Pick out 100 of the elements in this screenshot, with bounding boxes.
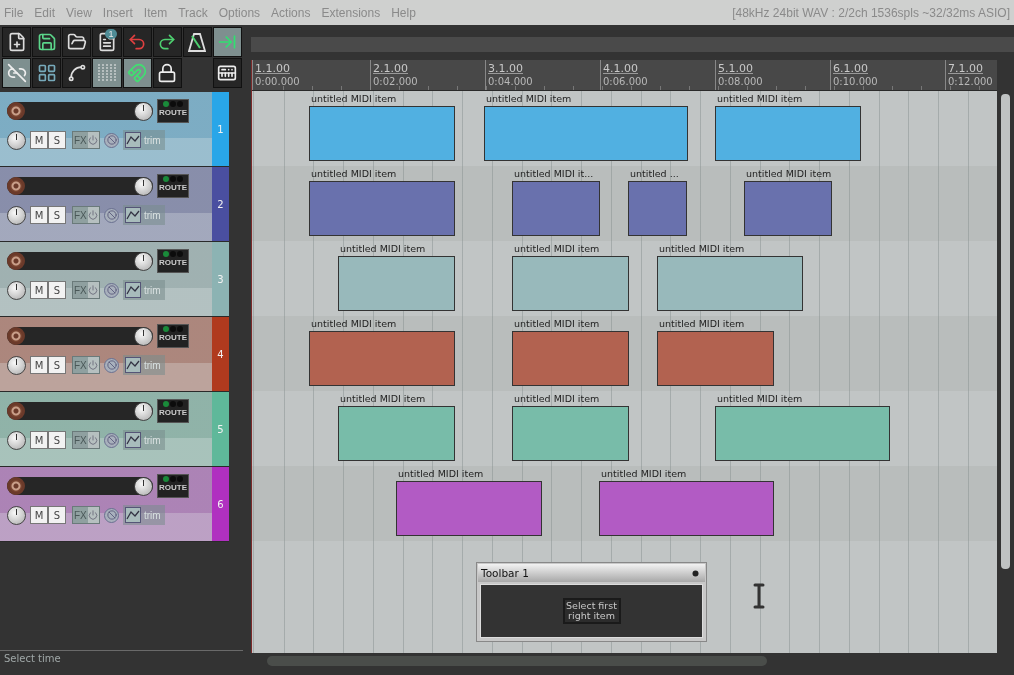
mute-button[interactable]: M xyxy=(30,431,48,449)
menu-item[interactable]: Item xyxy=(143,5,175,20)
toolbar-button[interactable] xyxy=(92,58,122,88)
record-arm-button[interactable] xyxy=(7,102,25,120)
menu-item[interactable]: Edit xyxy=(34,5,63,20)
midi-item[interactable] xyxy=(512,406,629,461)
trim-button[interactable]: trim xyxy=(123,280,165,300)
route-button[interactable]: ROUTE xyxy=(157,249,189,273)
mute-button[interactable]: M xyxy=(30,506,48,524)
toolbar-button[interactable] xyxy=(2,27,32,57)
solo-button[interactable]: S xyxy=(48,131,66,149)
menu-item[interactable]: Options xyxy=(218,5,268,20)
toolbar-button[interactable] xyxy=(32,27,62,57)
toolbar-button[interactable] xyxy=(122,58,152,88)
fx-button[interactable]: FX xyxy=(72,281,100,299)
mute-button[interactable]: M xyxy=(30,356,48,374)
toolbar-action-button[interactable]: Select first right item xyxy=(562,598,621,624)
scroll-thumb[interactable] xyxy=(267,656,767,666)
route-button[interactable]: ROUTE xyxy=(157,174,189,198)
midi-item[interactable] xyxy=(338,406,455,461)
phase-button[interactable] xyxy=(104,507,119,523)
midi-item[interactable] xyxy=(512,181,600,236)
record-arm-button[interactable] xyxy=(7,477,25,495)
solo-button[interactable]: S xyxy=(48,506,66,524)
midi-item[interactable] xyxy=(628,181,687,236)
solo-button[interactable]: S xyxy=(48,281,66,299)
volume-knob[interactable] xyxy=(134,401,153,421)
pan-knob[interactable] xyxy=(7,205,26,225)
midi-item[interactable] xyxy=(512,331,629,386)
track-name-field[interactable] xyxy=(7,252,153,270)
volume-knob[interactable] xyxy=(134,101,153,121)
pan-knob[interactable] xyxy=(7,130,26,150)
record-arm-button[interactable] xyxy=(7,177,25,195)
track-name-field[interactable] xyxy=(7,177,153,195)
route-button[interactable]: ROUTE xyxy=(157,474,189,498)
route-button[interactable]: ROUTE xyxy=(157,399,189,423)
route-button[interactable]: ROUTE xyxy=(157,324,189,348)
toolbar-button[interactable] xyxy=(182,27,212,57)
phase-button[interactable] xyxy=(104,432,119,448)
mute-button[interactable]: M xyxy=(30,131,48,149)
fx-button[interactable]: FX xyxy=(72,356,100,374)
pan-knob[interactable] xyxy=(7,430,26,450)
fx-button[interactable]: FX xyxy=(72,506,100,524)
midi-item[interactable] xyxy=(309,181,455,236)
menu-item[interactable]: Insert xyxy=(102,5,140,20)
track-name-field[interactable] xyxy=(7,102,153,120)
pan-knob[interactable] xyxy=(7,355,26,375)
trim-button[interactable]: trim xyxy=(123,430,165,450)
volume-knob[interactable] xyxy=(134,476,153,496)
track-name-field[interactable] xyxy=(7,477,153,495)
menu-item[interactable]: Actions xyxy=(271,5,318,20)
toolbar-button[interactable] xyxy=(152,58,182,88)
menu-item[interactable]: View xyxy=(66,5,99,20)
track-name-field[interactable] xyxy=(7,402,153,420)
trim-button[interactable]: trim xyxy=(123,505,165,525)
midi-item[interactable] xyxy=(396,481,542,536)
trim-button[interactable]: trim xyxy=(123,205,165,225)
volume-knob[interactable] xyxy=(134,326,153,346)
midi-item[interactable] xyxy=(657,331,774,386)
menu-item[interactable]: Track xyxy=(178,5,215,20)
toolbar-button[interactable] xyxy=(212,27,242,57)
fx-button[interactable]: FX xyxy=(72,431,100,449)
phase-button[interactable] xyxy=(104,357,119,373)
timeline-ruler[interactable]: 1.1.00 0:00.000 2.1.00 0:02.000 3.1.00 0:04.000 4.1.00 0:06.000 5.1.00 0:08.000 6.1.00 0:10.000 7.1.00 0:12.000 xyxy=(252,60,997,91)
toolbar-button[interactable] xyxy=(152,27,182,57)
midi-item[interactable] xyxy=(484,106,688,161)
mute-button[interactable]: M xyxy=(30,206,48,224)
midi-item[interactable] xyxy=(715,406,890,461)
track-name-field[interactable] xyxy=(7,327,153,345)
scroll-thumb[interactable] xyxy=(1001,94,1010,569)
fx-button[interactable]: FX xyxy=(72,206,100,224)
record-arm-button[interactable] xyxy=(7,402,25,420)
fx-button[interactable]: FX xyxy=(72,131,100,149)
record-arm-button[interactable] xyxy=(7,327,25,345)
pan-knob[interactable] xyxy=(7,280,26,300)
toolbar-button[interactable] xyxy=(62,58,92,88)
toolbar-button[interactable] xyxy=(212,58,242,88)
phase-button[interactable] xyxy=(104,282,119,298)
toolbar-button[interactable] xyxy=(32,58,62,88)
midi-item[interactable] xyxy=(338,256,455,311)
solo-button[interactable]: S xyxy=(48,356,66,374)
solo-button[interactable]: S xyxy=(48,431,66,449)
midi-item[interactable] xyxy=(744,181,832,236)
trim-button[interactable]: trim xyxy=(123,355,165,375)
toolbar-button[interactable] xyxy=(2,58,32,88)
midi-item[interactable] xyxy=(512,256,629,311)
trim-button[interactable]: trim xyxy=(123,130,165,150)
menu-item[interactable]: Help xyxy=(391,5,423,20)
phase-button[interactable] xyxy=(104,207,119,223)
solo-button[interactable]: S xyxy=(48,206,66,224)
midi-item[interactable] xyxy=(657,256,803,311)
toolbar-button[interactable]: 1 xyxy=(92,27,122,57)
mute-button[interactable]: M xyxy=(30,281,48,299)
menu-item[interactable]: Extensions xyxy=(321,5,388,20)
route-button[interactable]: ROUTE xyxy=(157,99,189,123)
phase-button[interactable] xyxy=(104,132,119,148)
pan-knob[interactable] xyxy=(7,505,26,525)
record-arm-button[interactable] xyxy=(7,252,25,270)
volume-knob[interactable] xyxy=(134,176,153,196)
midi-item[interactable] xyxy=(309,331,455,386)
